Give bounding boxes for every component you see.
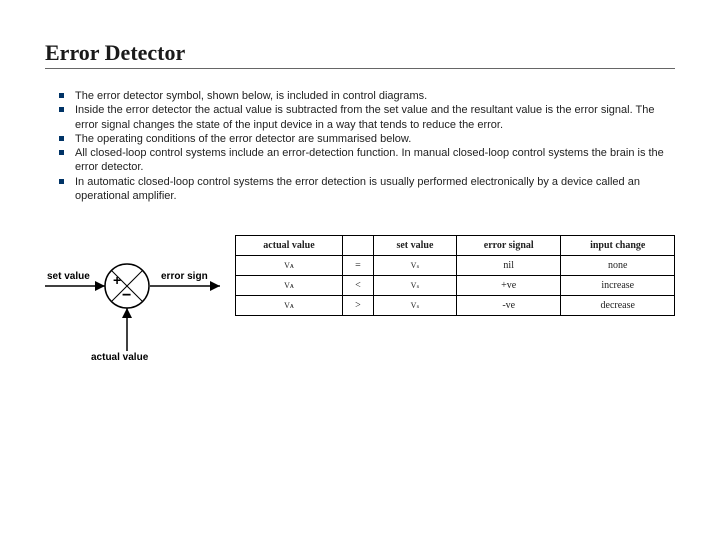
cell-actual: Vᴀ	[236, 276, 343, 296]
table-row: Vᴀ < Vₛ +ve increase	[236, 276, 675, 296]
error-detector-diagram: set value error sign + − actual value	[45, 235, 225, 366]
table-row: Vᴀ = Vₛ nil none	[236, 256, 675, 276]
col-error: error signal	[456, 236, 561, 256]
table-header-row: actual value set value error signal inpu…	[236, 236, 675, 256]
conditions-table: actual value set value error signal inpu…	[235, 235, 675, 316]
col-op	[342, 236, 373, 256]
cell-op: >	[342, 296, 373, 316]
set-value-label: set value	[47, 271, 90, 282]
cell-change: none	[561, 256, 675, 276]
list-item: The error detector symbol, shown below, …	[55, 89, 675, 103]
col-set: set value	[373, 236, 456, 256]
cell-set: Vₛ	[373, 256, 456, 276]
plus-icon: +	[113, 272, 121, 288]
cell-change: decrease	[561, 296, 675, 316]
cell-actual: Vᴀ	[236, 296, 343, 316]
cell-error: -ve	[456, 296, 561, 316]
cell-error: +ve	[456, 276, 561, 296]
page-title: Error Detector	[45, 40, 675, 66]
cell-set: Vₛ	[373, 296, 456, 316]
minus-icon: −	[122, 287, 131, 304]
table-row: Vᴀ > Vₛ -ve decrease	[236, 296, 675, 316]
col-change: input change	[561, 236, 675, 256]
cell-op: <	[342, 276, 373, 296]
title-divider	[45, 68, 675, 69]
list-item: The operating conditions of the error de…	[55, 132, 675, 146]
cell-actual: Vᴀ	[236, 256, 343, 276]
actual-value-label: actual value	[91, 352, 149, 361]
col-actual: actual value	[236, 236, 343, 256]
cell-op: =	[342, 256, 373, 276]
list-item: Inside the error detector the actual val…	[55, 103, 675, 132]
cell-set: Vₛ	[373, 276, 456, 296]
list-item: In automatic closed-loop control systems…	[55, 175, 675, 204]
list-item: All closed-loop control systems include …	[55, 146, 675, 175]
bullet-list: The error detector symbol, shown below, …	[45, 89, 675, 203]
cell-error: nil	[456, 256, 561, 276]
cell-change: increase	[561, 276, 675, 296]
error-signal-label: error sign	[161, 271, 208, 282]
